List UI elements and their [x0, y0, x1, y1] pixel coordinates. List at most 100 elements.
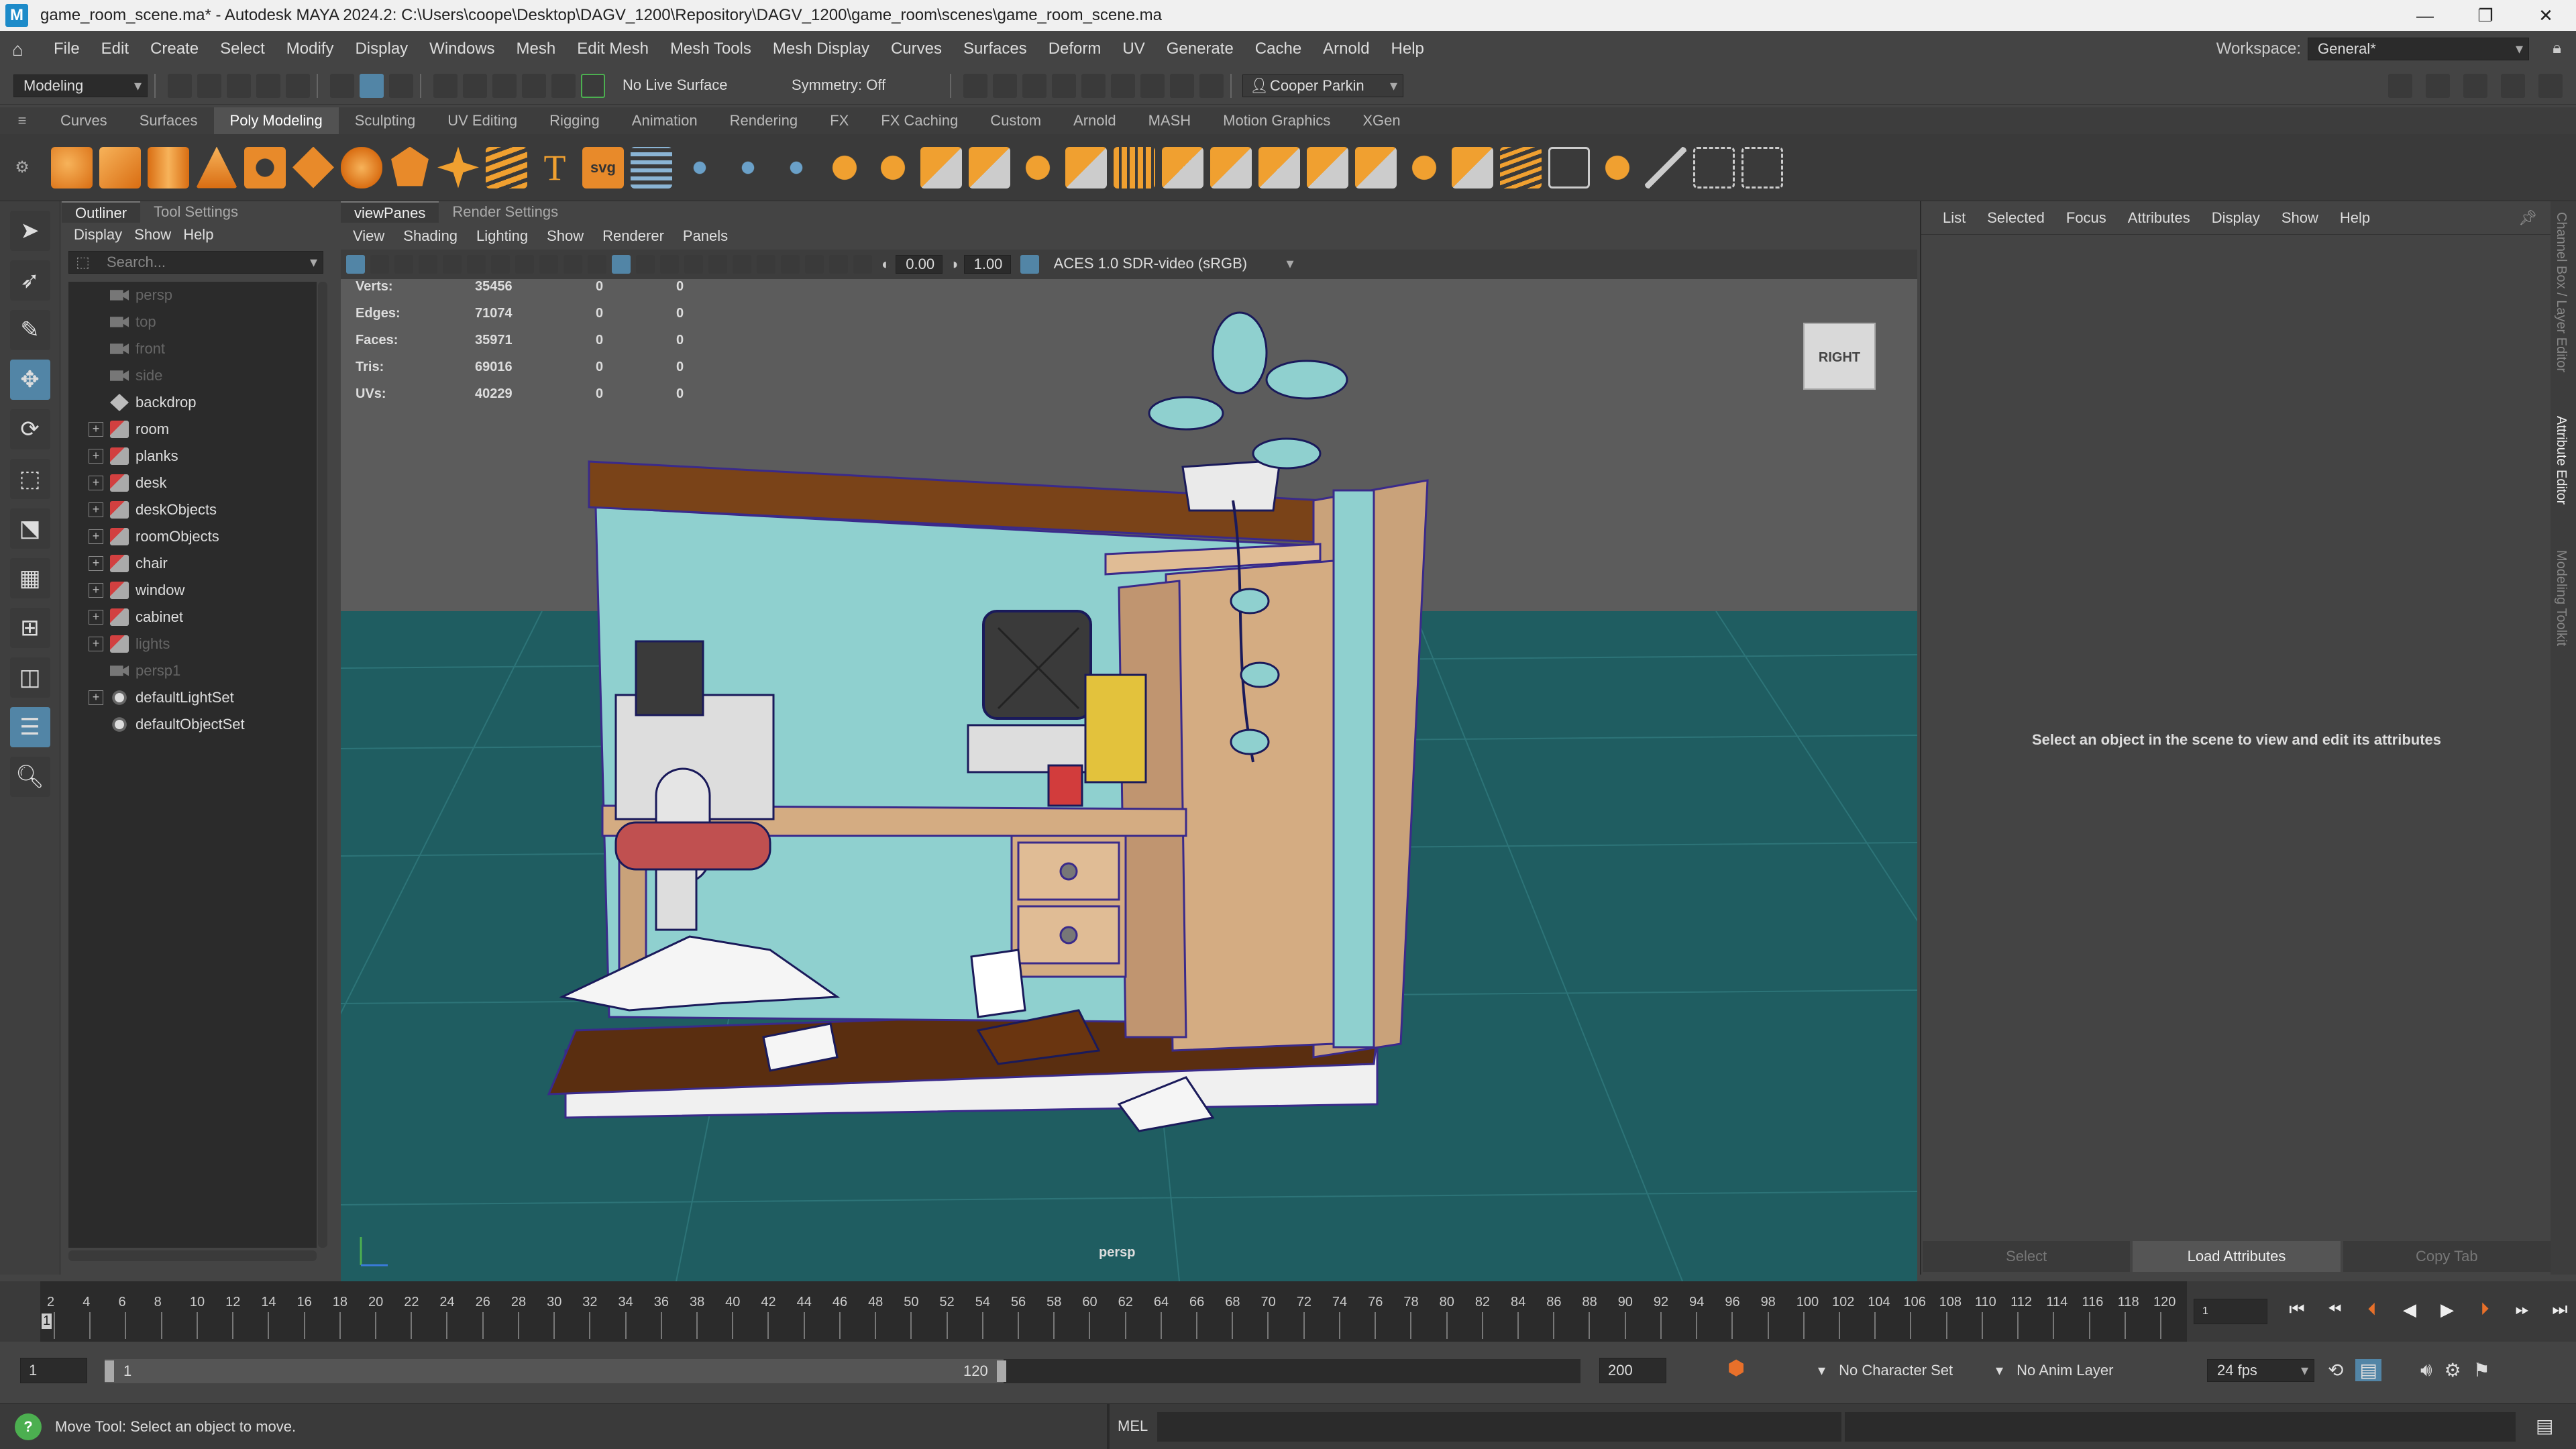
expand-icon[interactable]: +	[89, 529, 103, 544]
viewport-menu-shading[interactable]: Shading	[403, 227, 458, 245]
poly-text-icon[interactable]: T	[534, 147, 576, 189]
light-editor-icon[interactable]	[1140, 73, 1165, 98]
shelf-tab-motion-graphics[interactable]: Motion Graphics	[1207, 107, 1346, 134]
menu-uv[interactable]: UV	[1122, 40, 1144, 58]
outliner-item[interactable]: + planks	[68, 443, 317, 470]
outliner-item[interactable]: + defaultLightSet	[68, 684, 317, 711]
paint-select-tool-icon[interactable]: ✎	[9, 310, 50, 350]
poke-icon[interactable]	[1500, 146, 1542, 189]
expand-icon[interactable]: +	[89, 422, 103, 437]
outliner-item[interactable]: defaultObjectSet	[68, 711, 317, 738]
playback-options-icon[interactable]: ⚑	[2473, 1359, 2490, 1381]
range-start-handle[interactable]	[105, 1360, 114, 1382]
platonic-solid-icon[interactable]	[391, 146, 429, 186]
maximize-button[interactable]: ❐	[2455, 0, 2516, 31]
separate-icon[interactable]	[872, 146, 914, 189]
color-management-icon[interactable]	[1020, 255, 1039, 274]
auto-key-icon[interactable]: ⬢	[1727, 1356, 1745, 1380]
snap-view-icon[interactable]	[522, 73, 546, 98]
outliner-menu-help[interactable]: Help	[183, 226, 213, 244]
expand-icon[interactable]: +	[89, 690, 103, 705]
super-shape-icon[interactable]	[437, 146, 479, 189]
menu-surfaces[interactable]: Surfaces	[963, 40, 1027, 58]
two-view-layout-icon[interactable]: ◫	[9, 657, 50, 698]
menu-cache[interactable]: Cache	[1255, 40, 1301, 58]
menu-file[interactable]: File	[54, 40, 80, 58]
menu-edit-mesh[interactable]: Edit Mesh	[577, 40, 649, 58]
step-forward-frame-icon[interactable]: ⏵	[2470, 1295, 2500, 1324]
move-tool-icon[interactable]: ✥	[9, 360, 50, 400]
tab-channel-box[interactable]: Channel Box / Layer Editor	[2553, 212, 2569, 372]
user-account-dropdown[interactable]: 👤︎ Cooper Parkin ▾	[1242, 74, 1403, 97]
outliner-item[interactable]: + cabinet	[68, 604, 317, 631]
film-gate-icon[interactable]	[467, 255, 486, 274]
viewport-menu-lighting[interactable]: Lighting	[476, 227, 528, 245]
menu-mesh-tools[interactable]: Mesh Tools	[670, 40, 751, 58]
range-bar[interactable]: 1 120	[105, 1359, 1580, 1383]
isolate-select-icon[interactable]	[829, 255, 848, 274]
select-object-icon[interactable]	[360, 73, 384, 98]
outliner-item[interactable]: + lights	[68, 631, 317, 657]
outliner-vertical-scrollbar[interactable]	[318, 282, 327, 1248]
shelf-tab-rendering[interactable]: Rendering	[714, 107, 814, 134]
expand-icon[interactable]: +	[89, 502, 103, 517]
default-material-icon[interactable]	[660, 255, 679, 274]
render-settings-icon[interactable]	[1052, 73, 1076, 98]
planar-map-icon[interactable]	[1693, 146, 1735, 189]
menu-generate[interactable]: Generate	[1167, 40, 1234, 58]
outliner-item[interactable]: + desk	[68, 470, 317, 496]
svg-icon[interactable]: svg	[582, 146, 624, 189]
select-camera-icon[interactable]	[346, 255, 365, 274]
motion-blur-icon[interactable]	[781, 255, 800, 274]
anti-aliasing-icon[interactable]	[805, 255, 824, 274]
expand-icon[interactable]: +	[89, 583, 103, 598]
expand-icon[interactable]: +	[89, 637, 103, 651]
snap-pivot-icon[interactable]	[581, 73, 605, 98]
attr-menu-display[interactable]: Display	[2212, 209, 2260, 227]
animation-end-field[interactable]: 200	[1599, 1358, 1666, 1383]
tab-attribute-editor[interactable]: Attribute Editor	[2553, 416, 2569, 504]
outliner-item[interactable]: + window	[68, 577, 317, 604]
connect-icon[interactable]	[1307, 146, 1348, 189]
shelf-menu-icon[interactable]: ≡	[0, 112, 44, 129]
expand-icon[interactable]: +	[89, 449, 103, 464]
playhead[interactable]: 1	[42, 1313, 52, 1329]
shelf-tab-xgen[interactable]: XGen	[1346, 107, 1416, 134]
redo-icon[interactable]	[286, 73, 310, 98]
expand-icon[interactable]: +	[89, 556, 103, 571]
tool-settings-toggle-icon[interactable]	[2501, 74, 2525, 98]
viewport-menu-renderer[interactable]: Renderer	[602, 227, 664, 245]
resolution-gate-icon[interactable]	[491, 255, 510, 274]
current-frame-field[interactable]: 1	[2194, 1299, 2267, 1324]
pause-render-icon[interactable]	[1199, 73, 1224, 98]
mode-dropdown[interactable]: Modeling ▾	[13, 74, 148, 97]
reduce-icon[interactable]	[1065, 146, 1107, 189]
3d-viewport[interactable]: Verts: 35456 0 0 Edges: 71074 0 0 Faces:…	[341, 279, 1917, 1281]
magnifier-icon[interactable]: 🔍︎	[9, 757, 50, 797]
poly-plane-icon[interactable]	[292, 146, 334, 189]
smooth-shade-icon[interactable]	[636, 255, 655, 274]
tab-modeling-toolkit[interactable]: Modeling Toolkit	[2553, 550, 2569, 646]
outliner-menu-display[interactable]: Display	[74, 226, 122, 244]
select-hierarchy-icon[interactable]	[330, 73, 354, 98]
snap-grid-icon[interactable]	[433, 73, 458, 98]
outliner-item[interactable]: side	[68, 362, 317, 389]
play-forwards-icon[interactable]: ▶	[2432, 1295, 2462, 1324]
anim-layer-dropdown[interactable]: ▾ No Anim Layer	[1996, 1362, 2113, 1379]
script-editor-icon[interactable]: ▤	[2536, 1415, 2553, 1437]
outliner-item[interactable]: persp1	[68, 657, 317, 684]
menu-modify[interactable]: Modify	[286, 40, 334, 58]
hypershade-icon[interactable]	[1081, 73, 1106, 98]
shelf-tab-uv-editing[interactable]: UV Editing	[431, 107, 533, 134]
menu-create[interactable]: Create	[150, 40, 199, 58]
modeling-toolkit-icon[interactable]	[2388, 74, 2412, 98]
append-polygon-icon[interactable]	[1162, 146, 1203, 189]
bridge-icon[interactable]	[727, 146, 769, 189]
outliner-item[interactable]: top	[68, 309, 317, 335]
shelf-tab-mash[interactable]: MASH	[1132, 107, 1208, 134]
gate-mask-icon[interactable]	[515, 255, 534, 274]
snap-point-icon[interactable]	[492, 73, 517, 98]
view-cube[interactable]: RIGHT	[1803, 323, 1876, 390]
outliner-layout-icon[interactable]: ☰	[9, 707, 50, 747]
select-button[interactable]: Select	[1923, 1241, 2131, 1272]
